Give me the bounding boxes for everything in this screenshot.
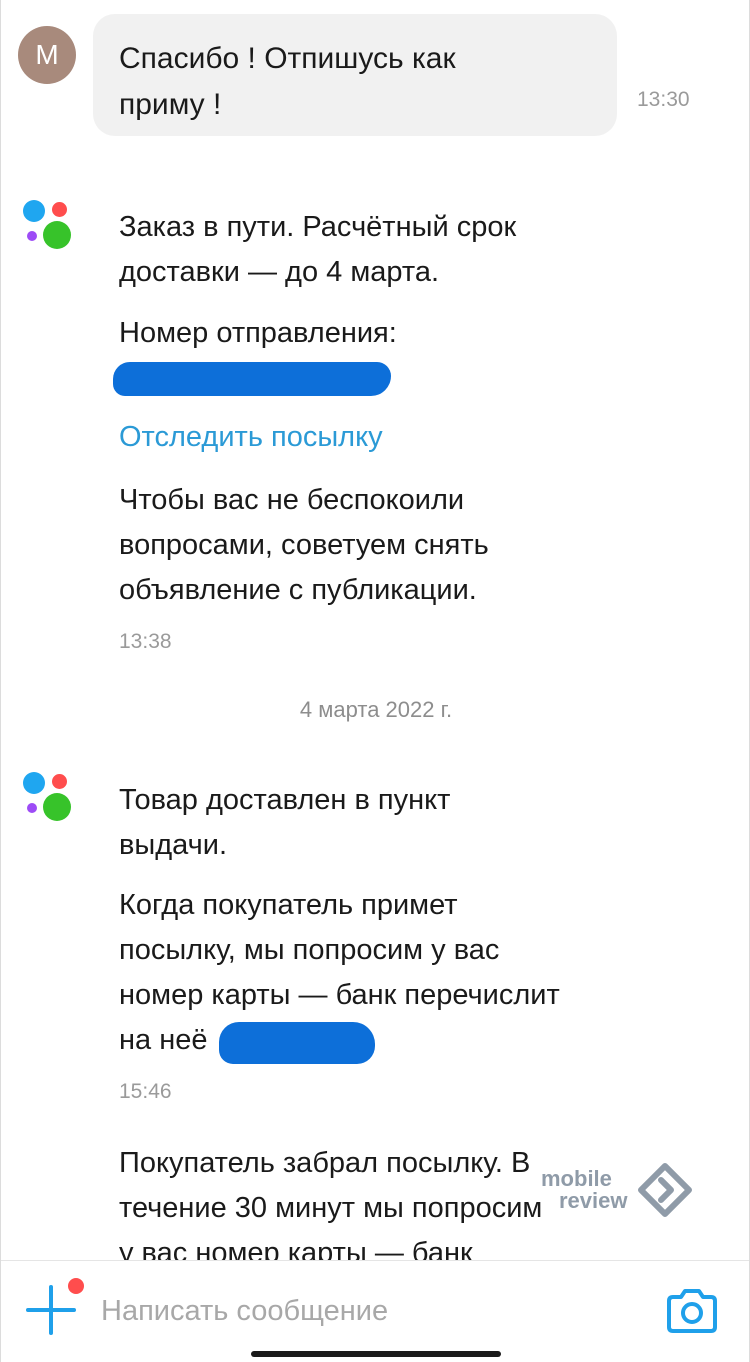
home-indicator xyxy=(251,1351,501,1357)
redacted-amount xyxy=(219,1022,375,1064)
message-time: 15:46 xyxy=(119,1080,172,1103)
message-composer xyxy=(1,1260,749,1362)
bot-message-text: Товар доставлен в пункт выдачи. xyxy=(119,778,450,868)
tracking-number-label: Номер отправления: xyxy=(119,317,397,349)
user-message-line: приму ! xyxy=(119,88,222,121)
date-separator: 4 марта 2022 г. xyxy=(299,697,453,722)
chat-screen: М Спасибо ! Отпишусь как приму ! 13:30 З… xyxy=(0,0,750,1362)
user-avatar[interactable]: М xyxy=(18,26,76,84)
watermark-line: review xyxy=(559,1188,628,1213)
avito-logo-icon xyxy=(23,199,73,249)
bot-message-text: Заказ в пути. Расчётный срок доставки — … xyxy=(119,205,516,295)
user-message-bubble[interactable]: Спасибо ! Отпишусь как приму ! xyxy=(93,14,617,136)
redacted-tracking-number xyxy=(113,362,391,396)
bot-message-text: Покупатель забрал посылку. В течение 30 … xyxy=(119,1141,542,1276)
camera-icon[interactable] xyxy=(665,1287,719,1335)
bot-message-text: Чтобы вас не беспокоили вопросами, совет… xyxy=(119,478,489,613)
avito-logo-icon xyxy=(23,771,73,821)
notification-dot xyxy=(68,1278,84,1294)
message-time: 13:38 xyxy=(119,630,172,653)
text-line: выдачи. xyxy=(119,829,228,861)
text-line: Чтобы вас не беспокоили xyxy=(119,484,465,516)
text-line: доставки — до 4 марта. xyxy=(119,256,440,288)
text-line: Когда покупатель примет xyxy=(119,889,458,921)
text-line: Заказ в пути. Расчётный срок xyxy=(119,211,517,243)
user-message-line: Спасибо ! Отпишусь как xyxy=(119,42,456,75)
text-line: Товар доставлен в пункт xyxy=(119,784,451,816)
plus-icon[interactable] xyxy=(26,1278,84,1335)
watermark-line: mobile xyxy=(541,1166,612,1191)
message-input[interactable] xyxy=(101,1289,621,1333)
text-line: вопросами, советуем снять xyxy=(119,529,489,561)
track-parcel-link[interactable]: Отследить посылку xyxy=(119,421,383,454)
text-line: номер карты — банк перечислит xyxy=(119,979,560,1011)
text-line: Покупатель забрал посылку. В xyxy=(119,1147,531,1179)
watermark-logo-icon xyxy=(638,1163,692,1217)
text-line: течение 30 минут мы попросим xyxy=(119,1192,543,1224)
text-line: посылку, мы попросим у вас xyxy=(119,934,500,966)
text-line: объявление с публикации. xyxy=(119,574,477,606)
user-message-time: 13:30 xyxy=(637,88,690,111)
watermark-text: mobile review xyxy=(541,1168,628,1212)
